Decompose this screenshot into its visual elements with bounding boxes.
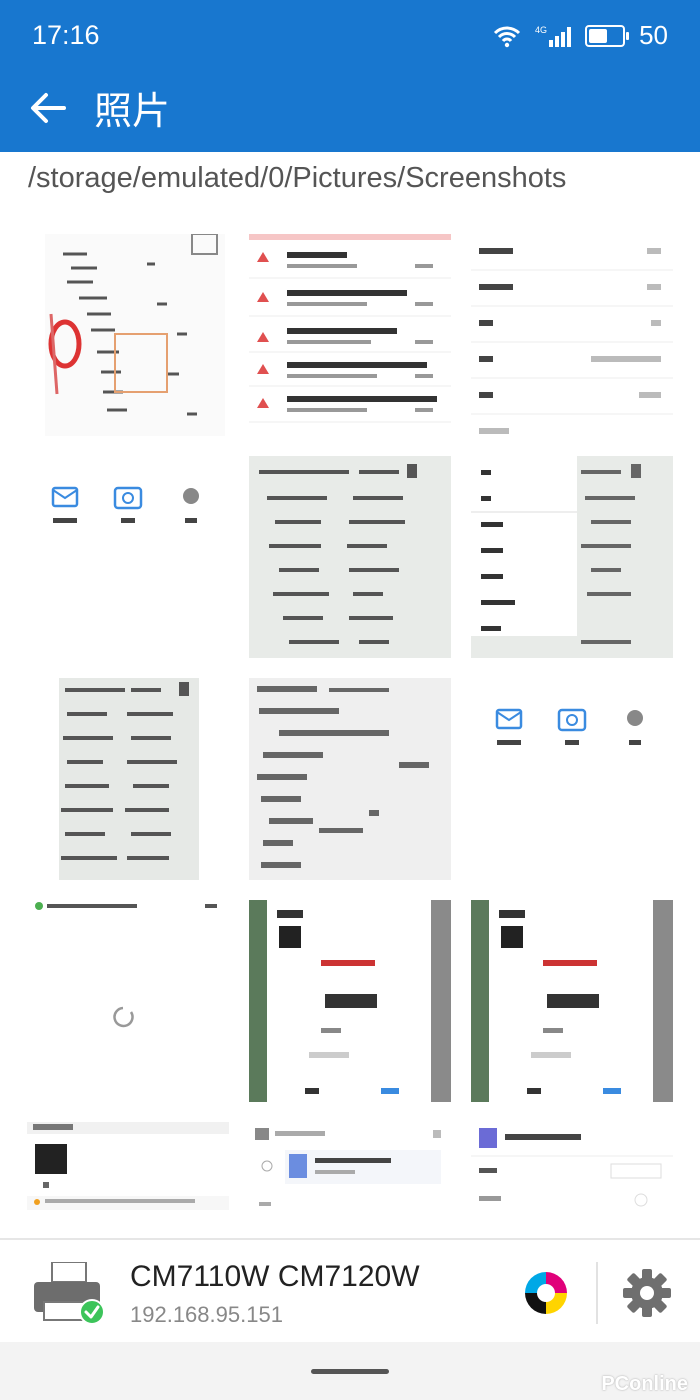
printer-ip-address: 192.168.95.151 [130, 1302, 283, 1327]
photo-thumbnail[interactable] [471, 456, 673, 658]
battery-icon [585, 24, 630, 47]
settings-list-preview [471, 234, 673, 436]
paper-size-menu-preview [471, 456, 673, 658]
photo-thumbnail[interactable] [27, 456, 229, 658]
file-picker-preview [249, 1122, 451, 1214]
document-photo-preview [249, 456, 451, 658]
doc-settings-preview [471, 1122, 673, 1214]
share-options-preview [27, 456, 229, 658]
battery-level: 50 [639, 20, 668, 50]
print-dialog-preview [249, 900, 451, 1102]
chat-preview [27, 1122, 229, 1214]
share-options-preview [471, 678, 673, 880]
photo-thumbnail[interactable] [27, 1122, 229, 1214]
signal-icon: 4G [535, 25, 572, 47]
photo-thumbnail[interactable] [27, 900, 229, 1102]
photo-thumbnail[interactable] [249, 900, 451, 1102]
status-bar: 17:16 4G 50 [0, 0, 700, 72]
gear-icon[interactable] [622, 1268, 672, 1318]
printer-name: CM7110W CM7120W [130, 1260, 420, 1293]
document-photo-preview [249, 678, 451, 880]
photo-thumbnail[interactable] [471, 234, 673, 436]
printer-icon [34, 1262, 105, 1325]
status-icons: 4G 50 [493, 20, 668, 51]
watermark: PConline [601, 1373, 688, 1395]
folder-path: /storage/emulated/0/Pictures/Screenshots [28, 162, 567, 194]
print-dialog-preview [471, 900, 673, 1102]
app-bar: 17:16 4G 50 照片 [0, 0, 700, 152]
status-time: 17:16 [32, 20, 100, 50]
photo-thumbnail[interactable] [249, 456, 451, 658]
document-scan-preview [45, 234, 225, 436]
photo-thumbnail[interactable] [471, 1122, 673, 1214]
home-gesture-handle[interactable] [311, 1369, 389, 1374]
printer-bar[interactable]: CM7110W CM7120W 192.168.95.151 [0, 1238, 700, 1344]
back-arrow-icon[interactable] [24, 84, 72, 132]
photo-thumbnail[interactable] [471, 900, 673, 1102]
divider [596, 1262, 598, 1324]
toolbar: 照片 [0, 72, 700, 152]
photo-thumbnail[interactable] [249, 1122, 451, 1214]
photo-thumbnail[interactable] [27, 678, 229, 880]
ink-levels-icon[interactable] [523, 1270, 569, 1316]
network-label: 4G [535, 25, 547, 35]
photo-grid [27, 234, 673, 1214]
system-nav-bar: PConline [0, 1342, 700, 1400]
photo-thumbnail[interactable] [249, 234, 451, 436]
wifi-icon [494, 26, 521, 47]
page-title: 照片 [94, 89, 171, 133]
document-photo-preview [59, 678, 199, 880]
photo-thumbnail[interactable] [249, 678, 451, 880]
photo-thumbnail[interactable] [471, 678, 673, 880]
loading-screen-preview [27, 900, 229, 1102]
pdf-list-preview [249, 234, 451, 436]
photo-thumbnail[interactable] [27, 234, 229, 436]
